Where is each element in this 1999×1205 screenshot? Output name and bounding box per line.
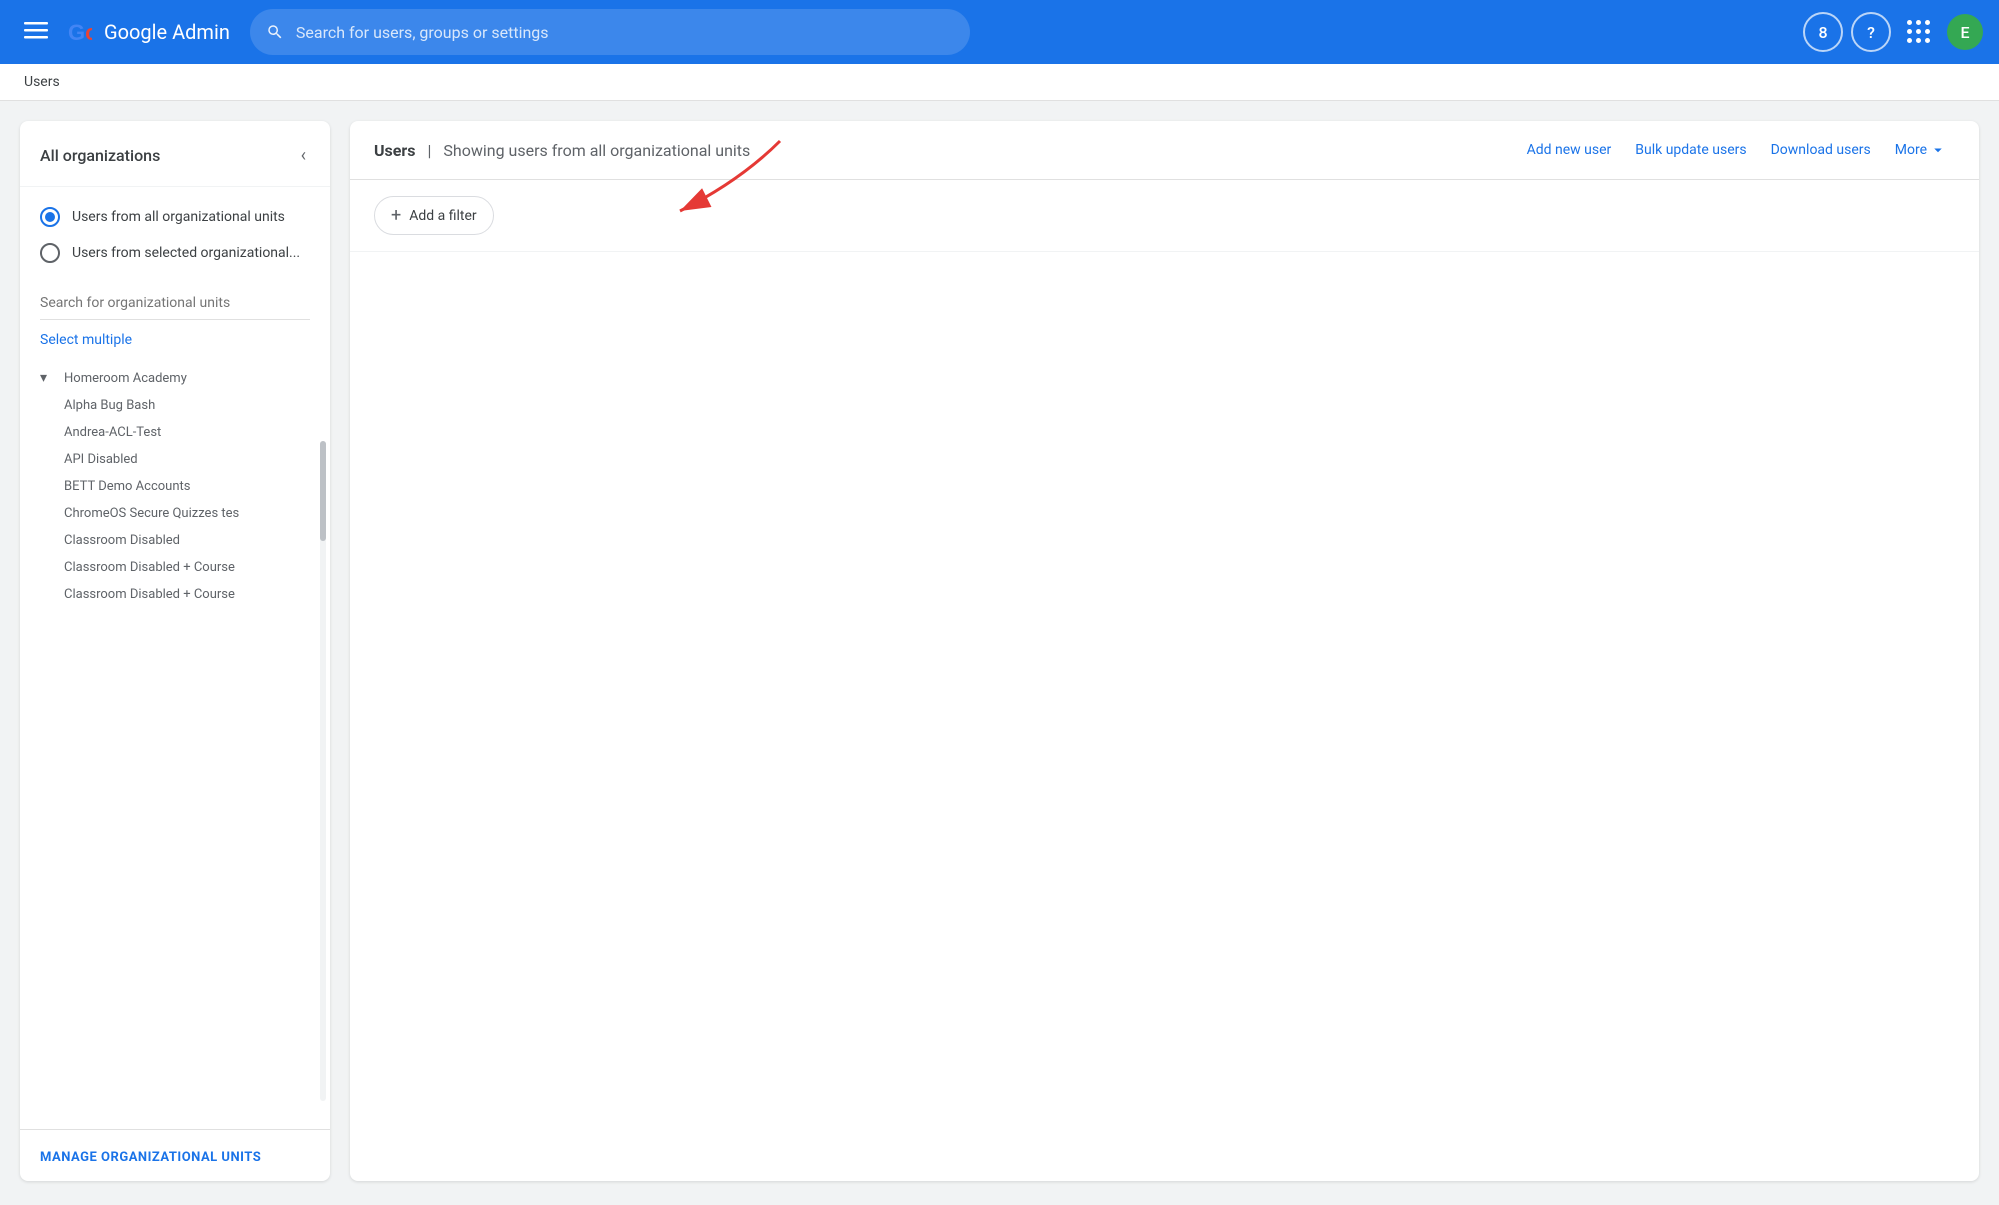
main-content: All organizations ‹ Users from all organ… (0, 101, 1999, 1201)
radio-all-orgs-indicator (40, 207, 60, 227)
sidebar-header: All organizations ‹ (20, 121, 330, 187)
list-item[interactable]: BETT Demo Accounts (20, 473, 330, 500)
list-item[interactable]: Andrea-ACL-Test (20, 419, 330, 446)
add-filter-button[interactable]: + Add a filter (374, 196, 494, 235)
plus-icon: + (391, 205, 401, 226)
breadcrumb-text: Users (24, 74, 60, 90)
org-search-input[interactable] (40, 291, 310, 320)
radio-selected-orgs-label: Users from selected organizational... (72, 245, 300, 261)
help-label: ? (1867, 23, 1875, 42)
radio-selected-orgs-indicator (40, 243, 60, 263)
header-actions: 8 ? E (1803, 12, 1983, 52)
search-icon (266, 23, 284, 41)
app-logo: Google Google Admin (68, 20, 230, 44)
svg-text:Google: Google (68, 20, 92, 44)
list-item[interactable]: Classroom Disabled + Course (20, 554, 330, 581)
support-button[interactable]: 8 (1803, 12, 1843, 52)
menu-icon[interactable] (16, 10, 56, 55)
sidebar-footer: MANAGE ORGANIZATIONAL UNITS (20, 1129, 330, 1181)
apps-grid-icon (1907, 20, 1931, 44)
filter-bar: + Add a filter (350, 180, 1979, 252)
chevron-down-icon (1929, 141, 1947, 159)
radio-section: Users from all organizational units User… (20, 187, 330, 283)
list-item[interactable]: ChromeOS Secure Quizzes tes (20, 500, 330, 527)
radio-selected-orgs[interactable]: Users from selected organizational... (40, 235, 310, 271)
org-tree-parent[interactable]: ▾ Homeroom Academy (20, 364, 330, 392)
list-item[interactable]: API Disabled (20, 446, 330, 473)
toolbar-separator: | (427, 141, 431, 160)
panel-subtitle: Showing users from all organizational un… (443, 141, 750, 160)
sidebar-title: All organizations (40, 146, 160, 165)
manage-org-button[interactable]: MANAGE ORGANIZATIONAL UNITS (40, 1150, 261, 1165)
global-search-bar[interactable] (250, 9, 970, 55)
add-new-user-button[interactable]: Add new user (1519, 138, 1620, 162)
expand-icon: ▾ (40, 370, 56, 386)
breadcrumb: Users (0, 64, 1999, 101)
add-filter-label: Add a filter (409, 208, 476, 224)
app-header: Google Google Admin 8 ? E (0, 0, 1999, 64)
content-area (350, 252, 1979, 332)
panel-toolbar: Users | Showing users from all organizat… (350, 121, 1979, 180)
bulk-update-users-button[interactable]: Bulk update users (1627, 138, 1754, 162)
radio-all-orgs[interactable]: Users from all organizational units (40, 199, 310, 235)
more-button[interactable]: More (1887, 137, 1955, 163)
org-parent-label: Homeroom Academy (64, 371, 187, 386)
scrollbar-thumb (320, 441, 326, 541)
main-panel: Users | Showing users from all organizat… (350, 121, 1979, 1181)
user-avatar[interactable]: E (1947, 14, 1983, 50)
download-users-button[interactable]: Download users (1763, 138, 1879, 162)
logo-text: Google Admin (104, 20, 230, 44)
list-item[interactable]: Classroom Disabled + Course (20, 581, 330, 608)
search-input[interactable] (296, 23, 954, 42)
support-label: 8 (1818, 23, 1827, 42)
org-tree: ▾ Homeroom Academy Alpha Bug Bash Andrea… (20, 356, 330, 1129)
help-button[interactable]: ? (1851, 12, 1891, 52)
radio-all-orgs-label: Users from all organizational units (72, 209, 285, 225)
list-item[interactable]: Classroom Disabled (20, 527, 330, 554)
avatar-letter: E (1960, 23, 1969, 42)
apps-button[interactable] (1899, 12, 1939, 52)
sidebar-collapse-button[interactable]: ‹ (297, 141, 310, 170)
sidebar: All organizations ‹ Users from all organ… (20, 121, 330, 1181)
panel-title: Users (374, 141, 415, 160)
select-multiple-link[interactable]: Select multiple (20, 324, 330, 356)
scrollbar-track[interactable] (320, 441, 326, 1101)
list-item[interactable]: Alpha Bug Bash (20, 392, 330, 419)
